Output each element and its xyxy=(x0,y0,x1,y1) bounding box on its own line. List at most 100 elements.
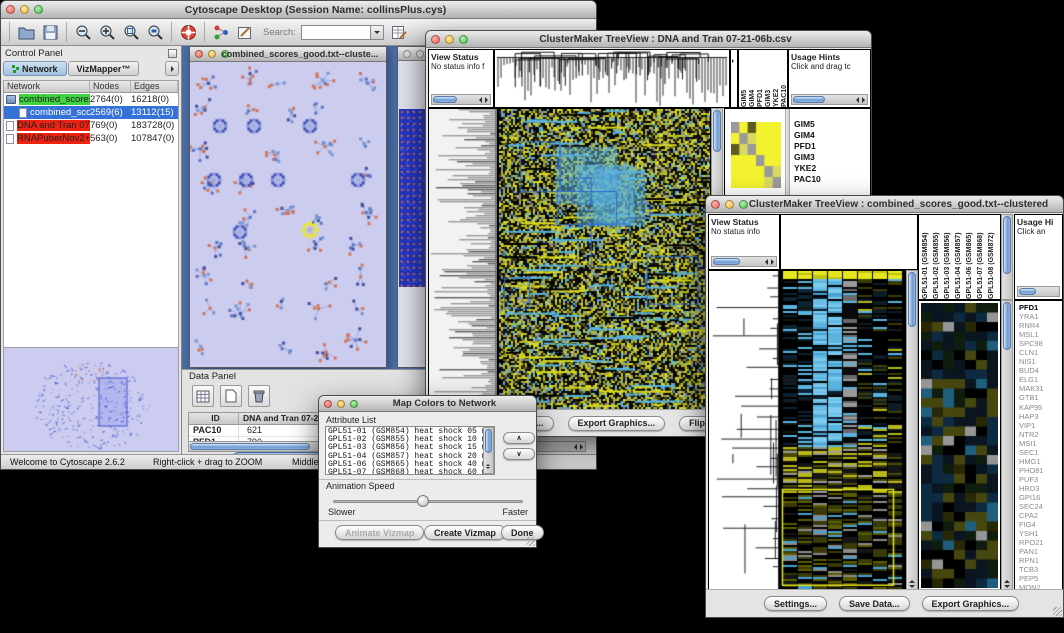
scrollbar-thumb[interactable] xyxy=(485,429,492,453)
header-vscrollbar[interactable] xyxy=(1001,214,1013,300)
dialog-titlebar[interactable]: Map Colors to Network xyxy=(319,396,536,412)
gene-label[interactable]: TCB3 xyxy=(1019,565,1062,574)
heatmap-canvas[interactable] xyxy=(781,271,905,590)
column-label[interactable]: GPL51-07 (GSM868) xyxy=(977,216,986,299)
scrollbar-thumb[interactable] xyxy=(1003,302,1011,350)
treeview1-titlebar[interactable]: ClusterMaker TreeView : DNA and Tran 07-… xyxy=(426,31,871,48)
close-button[interactable] xyxy=(324,400,332,408)
scrollbar-thumb[interactable] xyxy=(713,258,740,265)
zoom-heatmap-canvas[interactable] xyxy=(921,303,998,588)
vizmap-nodes-icon[interactable] xyxy=(209,21,233,43)
tab-overflow-arrow-icon[interactable] xyxy=(165,61,179,76)
zoom-out-icon[interactable] xyxy=(71,21,95,43)
scrollbar-thumb[interactable] xyxy=(1003,216,1011,274)
column-label[interactable]: GPL51-06 (GSM865) xyxy=(966,216,975,299)
scroll-up-icon[interactable] xyxy=(486,462,490,466)
close-button[interactable] xyxy=(431,35,440,44)
minimize-button[interactable] xyxy=(445,35,454,44)
header-splitter[interactable] xyxy=(730,49,738,108)
column-label[interactable]: GIM5 xyxy=(741,50,749,107)
minimize-button[interactable] xyxy=(337,400,345,408)
gene-label[interactable]: YKE2 xyxy=(794,163,821,174)
search-input[interactable] xyxy=(301,25,371,40)
scroll-right-icon[interactable] xyxy=(580,444,583,450)
scroll-up-icon[interactable] xyxy=(1004,580,1010,583)
gene-label[interactable]: FIG4 xyxy=(1019,520,1062,529)
attribute-item[interactable]: GPL51-07 (GSM868) heat shock 60 min xyxy=(328,469,494,475)
scroll-down-icon[interactable] xyxy=(1004,585,1010,588)
create-vizmap-button[interactable]: Create Vizmap xyxy=(424,525,506,540)
gene-label[interactable]: GTB1 xyxy=(1019,393,1062,402)
network-overview-canvas[interactable] xyxy=(4,348,178,451)
gene-label[interactable]: NTR2 xyxy=(1019,430,1062,439)
zoom-fit-icon[interactable] xyxy=(143,21,167,43)
scrollbar-thumb[interactable] xyxy=(908,272,916,327)
table-row[interactable]: DNA and Tran 07 769(0) 183728(0) xyxy=(4,119,178,132)
attribute-editor-icon[interactable] xyxy=(388,21,412,43)
network-graph-canvas[interactable] xyxy=(190,62,386,367)
gene-label[interactable]: CLN1 xyxy=(1019,348,1062,357)
table-row[interactable]: RNAPuberNov2+ 563(0) 107847(0) xyxy=(4,132,178,145)
column-header[interactable]: Edges xyxy=(131,81,178,92)
view-status-hscrollbar[interactable] xyxy=(711,256,777,267)
column-dendrogram-canvas[interactable] xyxy=(495,50,729,107)
main-titlebar[interactable]: Cytoscape Desktop (Session Name: collins… xyxy=(1,1,596,19)
float-panel-icon[interactable] xyxy=(168,49,177,58)
treeview2-titlebar[interactable]: ClusterMaker TreeView : combined_scores_… xyxy=(706,196,1063,213)
animate-vizmap-button[interactable]: Animate Vizmap xyxy=(335,525,424,540)
gene-label[interactable]: SEC24 xyxy=(1019,502,1062,511)
column-label[interactable]: GIM4 xyxy=(749,50,757,107)
scrollbar-thumb[interactable] xyxy=(190,443,310,450)
search-dropdown-button[interactable] xyxy=(371,25,384,40)
heatmap-canvas[interactable] xyxy=(499,109,710,410)
column-label[interactable]: GPL51-02 (GSM855) xyxy=(933,216,942,299)
listbox-vscrollbar[interactable] xyxy=(483,427,494,474)
gene-label[interactable]: PAC10 xyxy=(794,174,821,185)
scroll-left-icon[interactable] xyxy=(574,444,577,450)
gene-label[interactable]: PAN1 xyxy=(1019,547,1062,556)
column-header[interactable]: Nodes xyxy=(90,81,131,92)
gene-label[interactable]: PFD1 xyxy=(794,141,821,152)
gene-label[interactable]: YRA1 xyxy=(1019,312,1062,321)
similarity-matrix-canvas[interactable] xyxy=(731,122,781,188)
minimize-button[interactable] xyxy=(725,200,734,209)
control-panel-tab[interactable]: VizMapper™ xyxy=(68,61,140,76)
gene-label[interactable]: MSI1 xyxy=(1019,439,1062,448)
column-label[interactable]: YKE2 xyxy=(773,50,781,107)
gene-label[interactable]: GIM4 xyxy=(794,130,821,141)
table-row[interactable]: combined_sco 2569(6) 13112(15) xyxy=(4,106,178,119)
treeview-button[interactable]: Export Graphics... xyxy=(922,596,1020,611)
gene-label[interactable]: ELG1 xyxy=(1019,375,1062,384)
gene-label[interactable]: KAP95 xyxy=(1019,403,1062,412)
row-dendrogram-pane[interactable] xyxy=(428,108,498,411)
gene-label[interactable]: SEC1 xyxy=(1019,448,1062,457)
minimize-button[interactable] xyxy=(20,5,29,14)
move-up-button[interactable]: ∧ xyxy=(503,432,535,444)
column-label[interactable]: GPL51-04 (GSM857) xyxy=(955,216,964,299)
row-dendrogram-canvas[interactable] xyxy=(429,109,497,410)
treeview-button[interactable]: Export Graphics... xyxy=(568,416,666,431)
scrollbar-thumb[interactable] xyxy=(433,96,457,103)
detail-vscrollbar[interactable] xyxy=(1001,300,1013,591)
gene-label[interactable]: NIS1 xyxy=(1019,357,1062,366)
gene-label[interactable]: RNR4 xyxy=(1019,321,1062,330)
gene-label[interactable]: PFD1 xyxy=(1019,303,1062,312)
zoom-button[interactable] xyxy=(350,400,358,408)
row-dendrogram-canvas[interactable] xyxy=(709,271,779,590)
help-lifering-icon[interactable] xyxy=(176,21,200,43)
select-attributes-icon[interactable] xyxy=(192,385,214,407)
column-label[interactable]: PFD1 xyxy=(757,50,765,107)
close-button[interactable] xyxy=(6,5,15,14)
gene-label[interactable]: MSL1 xyxy=(1019,330,1062,339)
gene-label[interactable]: VIP1 xyxy=(1019,421,1062,430)
speed-slider-thumb[interactable] xyxy=(417,495,429,507)
zoom-detail-pane[interactable] xyxy=(918,300,1001,591)
view-status-hscrollbar[interactable] xyxy=(431,94,491,105)
save-button[interactable] xyxy=(38,21,62,43)
column-header[interactable]: ID xyxy=(189,413,239,424)
gene-label[interactable]: RPN1 xyxy=(1019,556,1062,565)
scroll-down-icon[interactable] xyxy=(909,585,915,588)
scrollbar-thumb[interactable] xyxy=(1019,288,1036,295)
scrollbar-thumb[interactable] xyxy=(793,96,825,103)
heatmap-vscrollbar[interactable] xyxy=(906,270,918,591)
